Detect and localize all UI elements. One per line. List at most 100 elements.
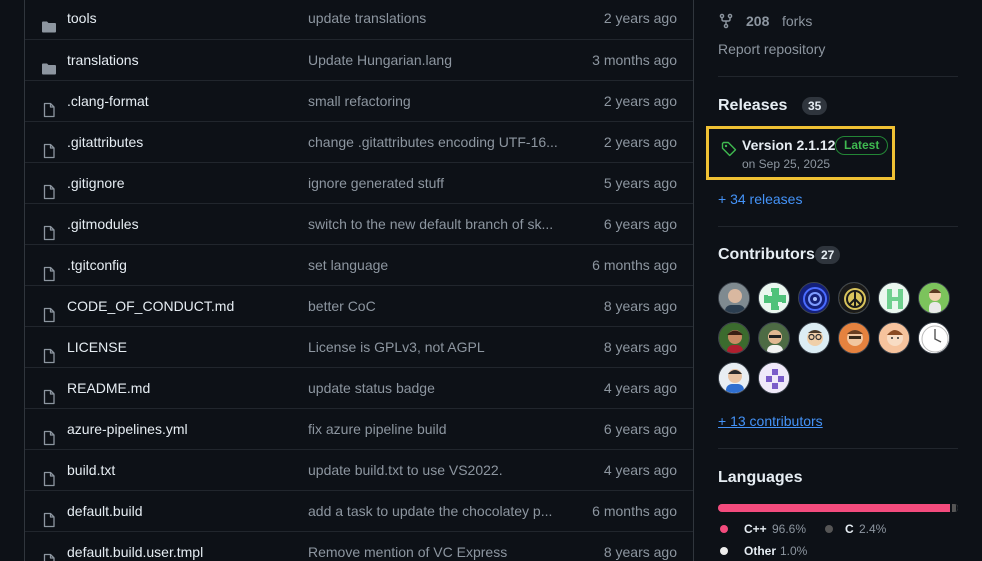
forks-label: forks: [782, 13, 813, 29]
commit-age: 4 years ago: [603, 462, 677, 478]
file-name-link[interactable]: CODE_OF_CONDUCT.md: [67, 286, 234, 326]
contributor-avatar[interactable]: [918, 322, 950, 354]
contributor-avatar[interactable]: [758, 322, 790, 354]
file-name-link[interactable]: default.build: [67, 491, 143, 531]
language-name: C: [845, 522, 854, 536]
release-date: on Sep 25, 2025: [742, 157, 831, 171]
language-name: C++: [744, 522, 767, 536]
commit-age: 6 years ago: [603, 216, 677, 232]
contributor-avatar[interactable]: [878, 282, 910, 314]
commit-age: 2 years ago: [603, 134, 677, 150]
file-row[interactable]: .gitignore ignore generated stuff 5 years …: [25, 162, 693, 203]
latest-release-card[interactable]: Version 2.1.12 Latest on Sep 25, 2025: [706, 126, 895, 180]
file-row[interactable]: .tgitconfig set language 6 months ago: [25, 244, 693, 285]
file-icon: [41, 462, 57, 487]
commit-message-link[interactable]: Remove mention of VC Express: [308, 532, 558, 561]
commit-message-link[interactable]: switch to the new default branch of sk..…: [308, 204, 558, 244]
contributor-avatar[interactable]: [758, 282, 790, 314]
file-name-link[interactable]: build.txt: [67, 450, 115, 490]
commit-message-link[interactable]: fix azure pipeline build: [308, 409, 558, 449]
file-icon: [41, 544, 57, 561]
file-row[interactable]: build.txt update build.txt to use VS2022.…: [25, 449, 693, 490]
commit-age: 3 months ago: [592, 52, 677, 68]
language-color-dot: [720, 525, 728, 533]
file-row[interactable]: .gitmodules switch to the new default bra…: [25, 203, 693, 244]
folder-icon: [41, 52, 57, 75]
commit-message-link[interactable]: License is GPLv3, not AGPL: [308, 327, 558, 367]
commit-age: 2 years ago: [603, 93, 677, 109]
file-row[interactable]: azure-pipelines.yml fix azure pipeline bu…: [25, 408, 693, 449]
file-row[interactable]: LICENSE License is GPLv3, not AGPL 8 years…: [25, 326, 693, 367]
more-contributors-link[interactable]: + 13 contributors: [718, 413, 823, 429]
sidebar-divider: [718, 226, 958, 227]
contributor-avatar[interactable]: [798, 282, 830, 314]
commit-age: 6 months ago: [592, 503, 677, 519]
contributor-avatar[interactable]: [718, 282, 750, 314]
contributor-avatar[interactable]: [798, 322, 830, 354]
releases-count-badge: 35: [802, 97, 828, 115]
report-repository-link[interactable]: Report repository: [718, 41, 825, 57]
commit-age: 8 years ago: [603, 544, 677, 560]
contributors-count-badge: 27: [815, 246, 841, 264]
file-name-link[interactable]: .gitattributes: [67, 122, 143, 162]
contributor-avatar[interactable]: [878, 322, 910, 354]
file-name-link[interactable]: .gitignore: [67, 163, 125, 203]
language-percent: 96.6%: [772, 522, 807, 536]
fork-icon: [719, 13, 733, 29]
commit-message-link[interactable]: update status badge: [308, 368, 558, 408]
contributor-avatar[interactable]: [918, 282, 950, 314]
file-name-link[interactable]: .gitmodules: [67, 204, 139, 244]
language-percent: 2.4%: [859, 522, 887, 536]
file-row[interactable]: default.build.user.tmpl Remove mention of…: [25, 531, 693, 561]
file-icon: [41, 134, 57, 159]
file-icon: [41, 93, 57, 118]
more-releases-link[interactable]: + 34 releases: [718, 191, 802, 207]
contributor-avatar[interactable]: [838, 322, 870, 354]
commit-message-link[interactable]: update translations: [308, 0, 558, 38]
contributors-heading[interactable]: Contributors: [718, 246, 815, 264]
file-name-link[interactable]: default.build.user.tmpl: [67, 532, 203, 561]
commit-message-link[interactable]: set language: [308, 245, 558, 285]
language-percent: 1.0%: [780, 544, 808, 558]
file-icon: [41, 380, 57, 405]
tag-icon: [721, 141, 737, 157]
commit-age: 8 years ago: [603, 298, 677, 314]
releases-heading[interactable]: Releases: [718, 97, 787, 115]
commit-age: 6 months ago: [592, 257, 677, 273]
contributor-avatar[interactable]: [838, 282, 870, 314]
file-row[interactable]: translations Update Hungarian.lang 3 month…: [25, 39, 693, 80]
repo-sidebar: 208 forks Report repository Releases 35 …: [706, 0, 958, 561]
commit-message-link[interactable]: change .gitattributes encoding UTF-16...: [308, 122, 558, 162]
file-row[interactable]: .clang-format small refactoring 2 years ag…: [25, 80, 693, 121]
file-row[interactable]: README.md update status badge 4 years ago: [25, 367, 693, 408]
file-name-link[interactable]: LICENSE: [67, 327, 127, 367]
file-icon: [41, 298, 57, 323]
commit-message-link[interactable]: small refactoring: [308, 81, 558, 121]
file-name-link[interactable]: azure-pipelines.yml: [67, 409, 188, 449]
contributor-avatar[interactable]: [718, 362, 750, 394]
file-icon: [41, 257, 57, 282]
commit-message-link[interactable]: ignore generated stuff: [308, 163, 558, 203]
file-name-link[interactable]: .clang-format: [67, 81, 149, 121]
contributor-avatar[interactable]: [718, 322, 750, 354]
file-name-link[interactable]: translations: [67, 40, 139, 80]
language-bar-segment: [955, 504, 958, 512]
language-bar-segment: [718, 504, 950, 512]
contributor-avatar[interactable]: [758, 362, 790, 394]
commit-message-link[interactable]: update build.txt to use VS2022.: [308, 450, 558, 490]
file-row[interactable]: .gitattributes change .gitattributes enco…: [25, 121, 693, 162]
commit-age: 4 years ago: [603, 380, 677, 396]
file-name-link[interactable]: tools: [67, 0, 97, 38]
file-row[interactable]: tools update translations 2 years ago: [25, 0, 693, 39]
release-version-link[interactable]: Version 2.1.12: [742, 137, 835, 153]
file-row[interactable]: default.build add a task to update the ch…: [25, 490, 693, 531]
commit-message-link[interactable]: add a task to update the chocolatey p...: [308, 491, 558, 531]
file-name-link[interactable]: .tgitconfig: [67, 245, 127, 285]
commit-message-link[interactable]: better CoC: [308, 286, 558, 326]
file-row[interactable]: CODE_OF_CONDUCT.md better CoC 8 years ago: [25, 285, 693, 326]
sidebar-divider: [718, 76, 958, 77]
file-name-link[interactable]: README.md: [67, 368, 150, 408]
commit-message-link[interactable]: Update Hungarian.lang: [308, 40, 558, 80]
file-list-table: tools update translations 2 years ago trans…: [24, 0, 694, 561]
file-icon: [41, 421, 57, 446]
